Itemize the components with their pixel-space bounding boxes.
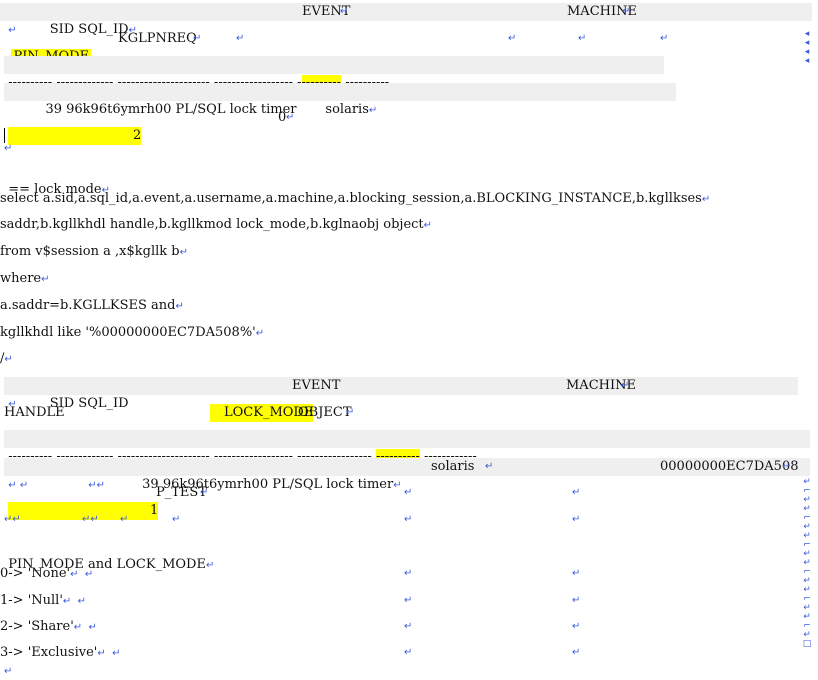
sql-text-5: a.saddr=b.KGLLKSES and xyxy=(0,298,176,313)
table2-row-line: ↵ ↵ ↵↵ 39 96k96t6ymrh00 PL/SQL lock timer… xyxy=(8,477,402,492)
modes-title-line: PIN_MODE and LOCK_MODE↵ xyxy=(8,557,215,572)
sql-line-4: where↵ xyxy=(0,271,50,286)
sql-line-3: from v$session a ,x$kgllk b↵ xyxy=(0,244,188,259)
table1-dashes-line: ---------- ------------- ---------------… xyxy=(0,56,389,90)
table1-header-line: ↵ SID SQL_ID↵ xyxy=(8,22,137,37)
mode-3: 3-> 'Exclusive' xyxy=(0,645,98,660)
table1-header2-line: ·PIN_MODE xyxy=(0,30,92,64)
table2-header-line: ↵ SID SQL_ID xyxy=(8,396,129,411)
table1-header-kglpnreq: KGLPNREQ xyxy=(118,31,197,46)
table2-row2-line: 1 xyxy=(0,484,159,520)
mode-0: 0-> 'None' xyxy=(0,566,71,581)
cell-end-marks-bottom: ↵ ⌐ ↵ ↵ ⌐ ↵ ↵ ⌐ ↵ ↵ ⌐ ↵ ↵ ⌐ ↵ ↵ ⌐ ↵ □ xyxy=(802,477,812,649)
sql-text-4: where xyxy=(0,271,42,286)
mode-1-line: 1-> 'Null'↵ ↵ xyxy=(0,593,87,608)
table1-row-line: 39 96k96t6ymrh00 PL/SQL lock timer solar… xyxy=(8,102,378,117)
mode-3-line: 3-> 'Exclusive'↵ ↵ xyxy=(0,645,121,660)
sql-text-1: select a.sid,a.sql_id,a.event,a.username… xyxy=(0,191,702,206)
table2-dashes-line: ---------- ------------- ---------------… xyxy=(0,430,477,464)
sql-text-6: kgllkhdl like '%00000000EC7DA508%' xyxy=(0,325,256,340)
table1-row-pin-mode: 2 xyxy=(8,127,142,145)
table2-header-event: EVENT xyxy=(292,378,341,393)
table2-row-machine: solaris xyxy=(431,459,475,474)
sql-line-7: /↵ xyxy=(0,351,13,366)
sql-line-2: saddr,b.kgllkhdl handle,b.kgllkmod lock_… xyxy=(0,217,433,232)
mode-2-line: 2-> 'Share'↵ ↵ xyxy=(0,619,97,634)
sql-text-3: from v$session a ,x$kgllk b xyxy=(0,244,180,259)
section-title: == lock mode↵ xyxy=(8,182,111,197)
sql-line-1: select a.sid,a.sql_id,a.event,a.username… xyxy=(0,191,711,206)
table2-row-handle: 00000000EC7DA508 xyxy=(660,459,799,474)
table1-row2-line: 2 xyxy=(0,109,142,145)
mode-2: 2-> 'Share' xyxy=(0,619,74,634)
cell-end-marks-top: ◂ ◂ ◂ ◂ xyxy=(804,29,810,66)
text-cursor xyxy=(4,128,5,143)
sql-text-2: saddr,b.kgllkhdl handle,b.kgllkmod lock_… xyxy=(0,217,424,232)
sql-line-6: kgllkhdl like '%00000000EC7DA508%'↵ xyxy=(0,325,265,340)
sql-line-5: a.saddr=b.KGLLKSES and↵ xyxy=(0,298,184,313)
mode-0-line: 0-> 'None'↵ ↵ xyxy=(0,566,94,581)
mode-1: 1-> 'Null' xyxy=(0,593,63,608)
table2-header-handle: HANDLE xyxy=(4,405,65,420)
table2-header-object: OBJECT xyxy=(298,405,352,420)
